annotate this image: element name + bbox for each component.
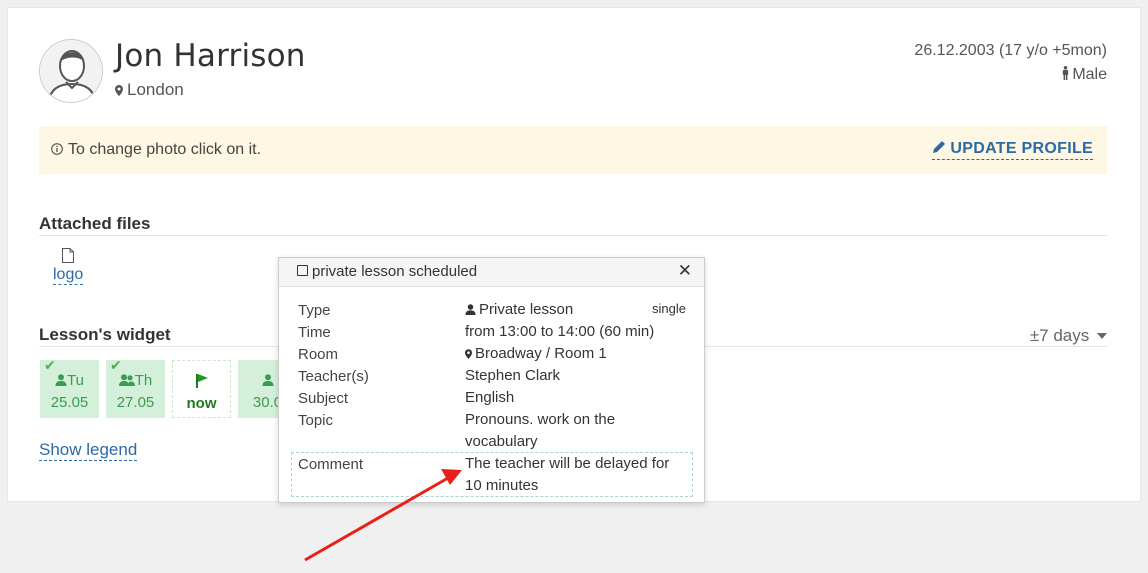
square-icon [297, 265, 308, 276]
teacher-label: Teacher(s) [298, 368, 369, 385]
type-value-text: Private lesson [479, 301, 574, 318]
comment-label: Comment [298, 456, 364, 473]
lesson-date: 25.05 [50, 394, 89, 411]
lesson-day-label: Th [134, 372, 153, 389]
subject-label: Subject [298, 390, 349, 407]
lesson-flag [173, 373, 230, 392]
birth-date: 26.12.2003 (17 y/o +5mon) [914, 42, 1107, 59]
room-value-text: Broadway / Room 1 [475, 345, 607, 362]
time-label: Time [298, 324, 331, 341]
lesson-cell[interactable]: ✔ Tu 25.05 [40, 357, 99, 418]
lesson-day: Th [106, 372, 165, 389]
file-link-logo[interactable]: logo [53, 266, 84, 285]
user-avatar-icon [40, 40, 102, 102]
user-icon [262, 374, 273, 386]
notice-text: To change photo click on it. [51, 141, 261, 159]
notice-message: To change photo click on it. [68, 141, 262, 158]
room-value: Broadway / Room 1 [465, 343, 690, 365]
lesson-popover: private lesson scheduled ✕ single Type P… [278, 257, 705, 503]
popover-title-text: private lesson scheduled [312, 263, 478, 280]
show-legend-link[interactable]: Show legend [39, 440, 138, 461]
lesson-day-label: Tu [67, 372, 84, 389]
users-icon [118, 374, 135, 386]
user-icon [55, 374, 67, 386]
lesson-day: Tu [40, 372, 99, 389]
comment-value: The teacher will be delayed for 10 minut… [465, 455, 670, 494]
user-icon [465, 304, 476, 315]
gender: Male [1062, 66, 1107, 84]
update-profile-label: UPDATE PROFILE [950, 140, 1093, 157]
lessons-widget-title: Lesson's widget [39, 325, 171, 344]
update-profile-button[interactable]: UPDATE PROFILE [932, 140, 1093, 160]
lesson-date: now [186, 395, 217, 412]
subject-value: English [465, 389, 515, 406]
info-icon [51, 143, 63, 155]
male-icon [1063, 66, 1069, 80]
profile-city: London [115, 80, 184, 100]
lesson-cell[interactable]: ✔ Th 27.05 [106, 357, 165, 418]
room-label: Room [298, 346, 339, 363]
caret-down-icon [1097, 333, 1107, 339]
topic-label: Topic [298, 412, 334, 429]
close-icon[interactable]: ✕ [678, 261, 692, 281]
attached-files-title: Attached files [39, 214, 151, 233]
profile-name: Jon Harrison [115, 38, 306, 74]
topic-value: Pronouns. work on the vocabulary [465, 411, 616, 450]
type-label: Type [298, 302, 331, 319]
lesson-date: 27.05 [116, 394, 155, 411]
section-divider [39, 235, 1107, 236]
days-range-dropdown[interactable]: ±7 days [1030, 326, 1107, 346]
city-label: London [127, 80, 184, 99]
lesson-cell-now[interactable]: now [172, 360, 231, 418]
popover-header: private lesson scheduled ✕ [279, 258, 704, 287]
teacher-value: Stephen Clark [465, 367, 561, 384]
map-pin-icon [465, 349, 472, 359]
time-value: from 13:00 to 14:00 (60 min) [465, 323, 655, 340]
days-range-label: ±7 days [1029, 326, 1090, 345]
pencil-icon [933, 141, 946, 153]
popover-title: private lesson scheduled [297, 263, 477, 280]
map-pin-icon [115, 85, 123, 96]
gender-label: Male [1072, 66, 1107, 83]
file-icon [62, 248, 74, 263]
type-value: Private lesson [465, 299, 690, 321]
flag-icon [195, 374, 208, 388]
photo-notice: To change photo click on it. UPDATE PROF… [39, 126, 1107, 174]
avatar[interactable] [39, 39, 103, 103]
